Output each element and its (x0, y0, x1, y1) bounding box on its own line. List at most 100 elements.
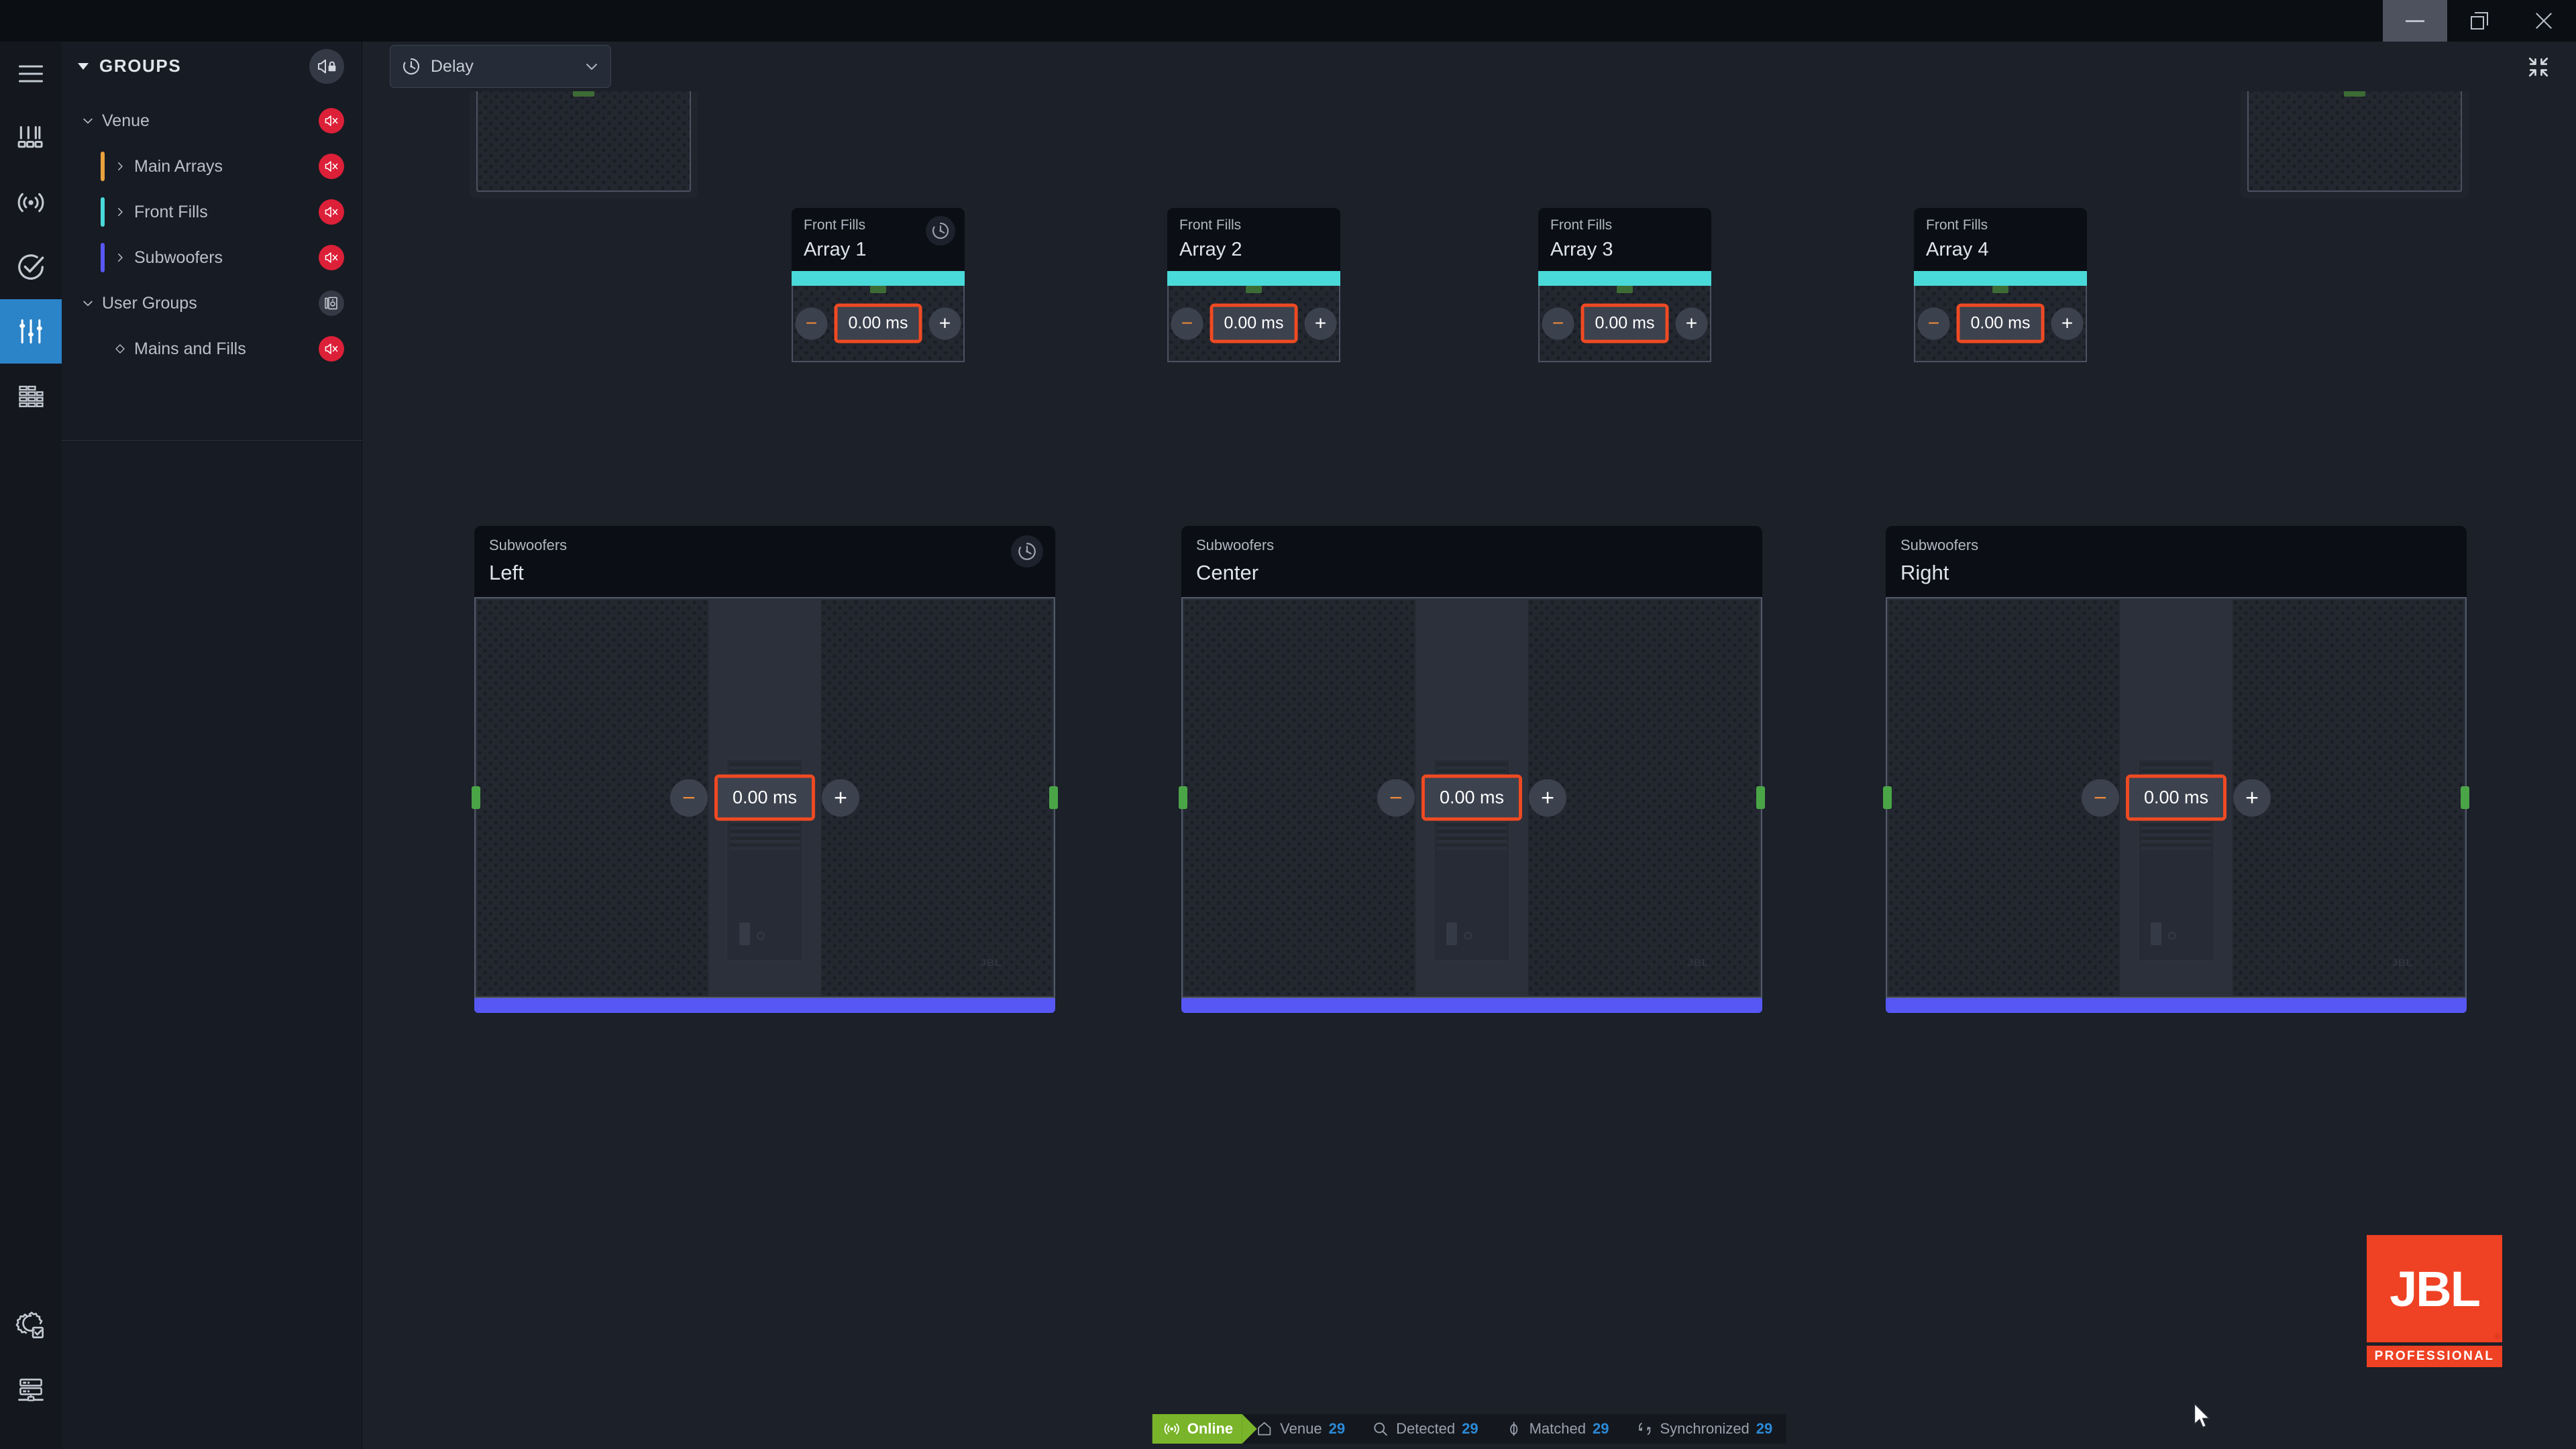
rail-item-check[interactable] (0, 235, 62, 299)
delay-value: 0.00 ms (2129, 777, 2224, 818)
collapse-panels-button[interactable] (2521, 50, 2556, 85)
online-status-chip[interactable]: Online (1152, 1414, 1258, 1444)
speaker-lock-button[interactable] (309, 48, 344, 84)
decrement-button[interactable]: − (795, 307, 828, 339)
delay-value-field[interactable]: 0.00 ms (1580, 303, 1669, 343)
mute-badge[interactable] (319, 108, 344, 133)
delay-value-field[interactable]: 0.00 ms (1421, 774, 1523, 821)
rail-item-network[interactable] (0, 170, 62, 235)
device-card-array-1[interactable]: Front Fills Array 1 − 0.00 ms + (792, 208, 965, 362)
speaker-lock-icon (318, 59, 336, 73)
increment-button[interactable]: + (2233, 779, 2271, 816)
device-card-array-4[interactable]: Front Fills Array 4 − 0.00 ms + (1914, 208, 2087, 362)
check-circle-icon (18, 254, 44, 280)
decrement-button[interactable]: − (1917, 307, 1950, 339)
decrement-button[interactable]: − (669, 779, 708, 816)
increment-button[interactable]: + (928, 307, 961, 339)
decrement-button[interactable]: − (1377, 779, 1415, 816)
decrement-button[interactable]: − (1171, 307, 1203, 339)
group-label: Subwoofers (134, 248, 223, 267)
increment-button[interactable]: + (1304, 307, 1337, 339)
device-card-subwoofer-left[interactable]: Subwoofers Left JBL − 0.00 ms + (472, 526, 1058, 1013)
groups-panel: GROUPS Venue Main Arrays Front Fills Sub… (62, 42, 362, 1449)
delay-value: 0.00 ms (1960, 307, 2041, 340)
jbl-professional-logo: JBL ® PROFESSIONAL (2367, 1235, 2502, 1367)
group-row-main-arrays[interactable]: Main Arrays (62, 144, 362, 189)
increment-button[interactable]: + (1529, 779, 1567, 816)
caret-down-icon[interactable] (78, 62, 89, 70)
group-row-front-fills[interactable]: Front Fills (62, 189, 362, 235)
status-bar: Online Venue 29 Detected 29 Matched 29 S… (362, 1409, 2576, 1449)
parameter-mode-select[interactable]: Delay (390, 45, 611, 88)
navigation-rail (0, 42, 62, 1449)
speaker-stack-badge[interactable] (319, 290, 344, 316)
status-led-right (1049, 786, 1058, 809)
rail-item-menu[interactable] (0, 42, 62, 106)
search-icon (1374, 1422, 1388, 1436)
mute-badge[interactable] (319, 199, 344, 225)
device-card-array-2[interactable]: Front Fills Array 2 − 0.00 ms + (1167, 208, 1340, 362)
mute-badge[interactable] (319, 154, 344, 179)
rail-item-server[interactable] (0, 1358, 62, 1422)
chevron-down-icon[interactable] (80, 114, 95, 127)
chevron-down-icon[interactable] (80, 297, 95, 310)
card-group-label: Subwoofers (489, 537, 568, 553)
chevron-right-icon[interactable] (113, 252, 127, 264)
device-card-subwoofer-right[interactable]: Subwoofers Right JBL − 0.00 ms + (1883, 526, 2469, 1013)
group-row-venue[interactable]: Venue (62, 98, 362, 144)
delay-indicator-button[interactable] (1011, 535, 1043, 568)
card-body: − 0.00 ms + (1538, 286, 1711, 362)
status-item-matched[interactable]: Matched 29 (1492, 1414, 1623, 1444)
delay-value-field[interactable]: 0.00 ms (1956, 303, 2045, 343)
delay-value-field[interactable]: 0.00 ms (714, 774, 816, 821)
increment-button[interactable]: + (2051, 307, 2084, 339)
card-body: JBL − 0.00 ms + (1179, 597, 1765, 998)
window-titlebar (0, 0, 2576, 42)
group-row-user-groups[interactable]: User Groups (62, 280, 362, 326)
broadcast-icon (1164, 1423, 1179, 1435)
card-device-name: Array 4 (1926, 239, 1989, 260)
partial-device-card[interactable] (2241, 91, 2469, 199)
decrement-button[interactable]: − (1542, 307, 1574, 339)
connector-port (2168, 932, 2176, 940)
window-minimize-button[interactable] (2383, 0, 2447, 42)
status-count: 29 (1328, 1420, 1346, 1437)
rail-item-tuning[interactable] (0, 299, 62, 364)
status-item-synchronized[interactable]: Synchronized 29 (1622, 1414, 1786, 1444)
partial-device-card[interactable] (470, 91, 698, 199)
increment-button[interactable]: + (1675, 307, 1708, 339)
device-card-array-3[interactable]: Front Fills Array 3 − 0.00 ms + (1538, 208, 1711, 362)
card-body: − 0.00 ms + (792, 286, 965, 362)
status-item-detected[interactable]: Detected 29 (1358, 1414, 1492, 1444)
window-close-button[interactable] (2512, 0, 2576, 42)
group-color-band (1914, 271, 2087, 286)
chevron-right-icon[interactable] (113, 206, 127, 218)
card-device-name: Array 3 (1550, 239, 1613, 260)
device-card-subwoofer-center[interactable]: Subwoofers Center JBL − 0.00 ms + (1179, 526, 1765, 1013)
decrement-button[interactable]: − (2081, 779, 2119, 816)
delay-value-field[interactable]: 0.00 ms (2125, 774, 2227, 821)
increment-button[interactable]: + (822, 779, 860, 816)
delay-value-field[interactable]: 0.00 ms (834, 303, 922, 343)
maximize-icon (2471, 12, 2488, 30)
status-bar-content: Online Venue 29 Detected 29 Matched 29 S… (1152, 1414, 1786, 1444)
gear-check-icon (15, 1311, 44, 1338)
group-row-mains-and-fills[interactable]: Mains and Fills (62, 326, 362, 372)
status-item-venue[interactable]: Venue 29 (1242, 1414, 1358, 1444)
mute-badge[interactable] (319, 245, 344, 270)
delay-value-field[interactable]: 0.00 ms (1210, 303, 1298, 343)
chevron-right-icon[interactable] (113, 160, 127, 172)
rail-item-devices[interactable] (0, 106, 62, 170)
groups-panel-divider (62, 440, 362, 441)
rail-item-settings-check[interactable] (0, 1293, 62, 1358)
window-maximize-button[interactable] (2447, 0, 2512, 42)
online-status-label: Online (1187, 1420, 1234, 1437)
status-label: Synchronized (1660, 1420, 1750, 1437)
mute-badge[interactable] (319, 336, 344, 362)
delay-indicator-button[interactable] (926, 216, 955, 246)
device-canvas[interactable]: Front Fills Array 1 − 0.00 ms + Front Fi… (362, 91, 2576, 1409)
status-count: 29 (1593, 1420, 1609, 1437)
group-row-subwoofers[interactable]: Subwoofers (62, 235, 362, 280)
rail-item-matrix[interactable] (0, 364, 62, 428)
hamburger-menu-icon (18, 65, 44, 83)
